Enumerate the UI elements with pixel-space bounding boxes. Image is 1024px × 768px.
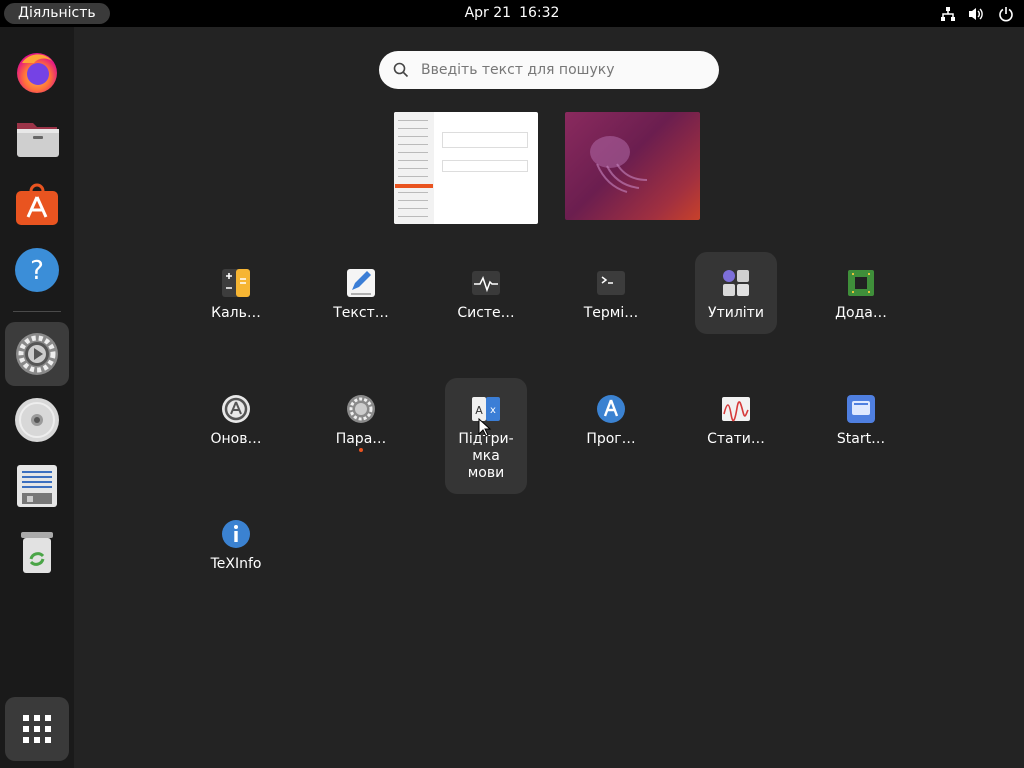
search-placeholder: Введіть текст для пошуку bbox=[421, 62, 615, 78]
wallpaper-jellyfish-icon bbox=[590, 136, 648, 193]
app-terminal[interactable]: Термі… bbox=[570, 252, 652, 334]
app-folder-utilities[interactable]: Утиліти bbox=[695, 252, 777, 334]
app-system-monitor[interactable]: Систе… bbox=[445, 252, 527, 334]
dock-text-document[interactable] bbox=[5, 454, 69, 518]
app-label: Онов… bbox=[210, 431, 262, 447]
app-label: Прог… bbox=[586, 431, 636, 447]
trash-icon bbox=[21, 532, 53, 573]
app-label: Підтри- мка мови bbox=[458, 431, 514, 481]
network-icon[interactable] bbox=[939, 5, 956, 22]
app-texinfo[interactable]: TeXInfo bbox=[195, 503, 277, 585]
additional-drivers-icon bbox=[848, 270, 874, 296]
app-label: Систе… bbox=[457, 305, 515, 321]
dock: ? bbox=[0, 27, 74, 768]
svg-text:A: A bbox=[475, 404, 483, 417]
software-updater-icon bbox=[222, 395, 250, 423]
text-editor-icon bbox=[347, 269, 375, 297]
app-label: Пара… bbox=[335, 431, 387, 447]
workspace-thumbnail-1[interactable] bbox=[394, 112, 538, 224]
calculator-icon bbox=[222, 269, 250, 297]
app-additional-drivers[interactable]: Дода… bbox=[820, 252, 902, 334]
app-label: Каль… bbox=[211, 305, 261, 321]
app-startup-disk-creator[interactable]: Start… bbox=[820, 378, 902, 460]
files-icon bbox=[17, 123, 59, 157]
info-icon bbox=[222, 520, 250, 548]
terminal-icon bbox=[597, 271, 625, 295]
system-monitor-icon bbox=[472, 271, 500, 295]
firefox-icon bbox=[17, 53, 57, 93]
dock-help[interactable]: ? bbox=[5, 238, 69, 302]
mouse-cursor-icon bbox=[478, 418, 492, 437]
search-field[interactable]: Введіть текст для пошуку bbox=[379, 51, 719, 89]
app-label: Утиліти bbox=[708, 305, 764, 321]
startup-disk-creator-icon bbox=[847, 395, 875, 423]
dock-trash[interactable] bbox=[5, 520, 69, 584]
app-text-editor[interactable]: Текст… bbox=[320, 252, 402, 334]
top-bar: Діяльність Apr 21 16:32 bbox=[0, 0, 1024, 27]
app-center-icon bbox=[16, 183, 58, 225]
software-properties-icon bbox=[597, 395, 625, 423]
app-label: Стати… bbox=[707, 431, 765, 447]
settings-icon bbox=[16, 333, 58, 375]
dock-files[interactable] bbox=[5, 106, 69, 170]
utilities-folder-icon bbox=[723, 270, 749, 296]
app-language-support[interactable]: A x Підтри- мка мови bbox=[445, 378, 527, 494]
volume-icon[interactable] bbox=[968, 5, 985, 22]
app-label: Текст… bbox=[333, 305, 389, 321]
dock-separator bbox=[13, 311, 61, 312]
dock-app-center[interactable] bbox=[5, 172, 69, 236]
app-software-properties[interactable]: Прог… bbox=[570, 378, 652, 460]
app-settings[interactable]: Пара… bbox=[320, 378, 402, 460]
app-label: TeXInfo bbox=[210, 556, 262, 572]
search-icon bbox=[393, 62, 409, 78]
dock-settings[interactable] bbox=[5, 322, 69, 386]
app-power-statistics[interactable]: Стати… bbox=[695, 378, 777, 460]
help-icon: ? bbox=[15, 248, 59, 292]
svg-text:?: ? bbox=[30, 256, 44, 286]
settings-icon bbox=[347, 395, 375, 423]
app-label: Термі… bbox=[583, 305, 639, 321]
clock-button[interactable]: Apr 21 16:32 bbox=[0, 0, 1024, 27]
text-document-icon bbox=[17, 465, 57, 507]
dock-firefox[interactable] bbox=[5, 40, 69, 104]
workspace-thumbnail-2[interactable] bbox=[565, 112, 700, 220]
power-statistics-icon bbox=[722, 397, 750, 422]
show-apps-grid-icon bbox=[23, 715, 51, 743]
app-software-updater[interactable]: Онов… bbox=[195, 378, 277, 460]
show-apps-button[interactable] bbox=[5, 697, 69, 761]
app-label: Дода… bbox=[835, 305, 887, 321]
app-label: Start… bbox=[836, 431, 886, 447]
date-label: Apr 21 bbox=[464, 5, 512, 21]
app-calculator[interactable]: Каль… bbox=[195, 252, 277, 334]
power-icon[interactable] bbox=[997, 5, 1014, 22]
running-indicator bbox=[359, 448, 363, 452]
svg-text:x: x bbox=[490, 405, 496, 416]
disc-icon bbox=[15, 398, 59, 442]
time-label: 16:32 bbox=[519, 5, 560, 21]
system-tray[interactable] bbox=[939, 5, 1014, 22]
dock-disc[interactable] bbox=[5, 388, 69, 452]
